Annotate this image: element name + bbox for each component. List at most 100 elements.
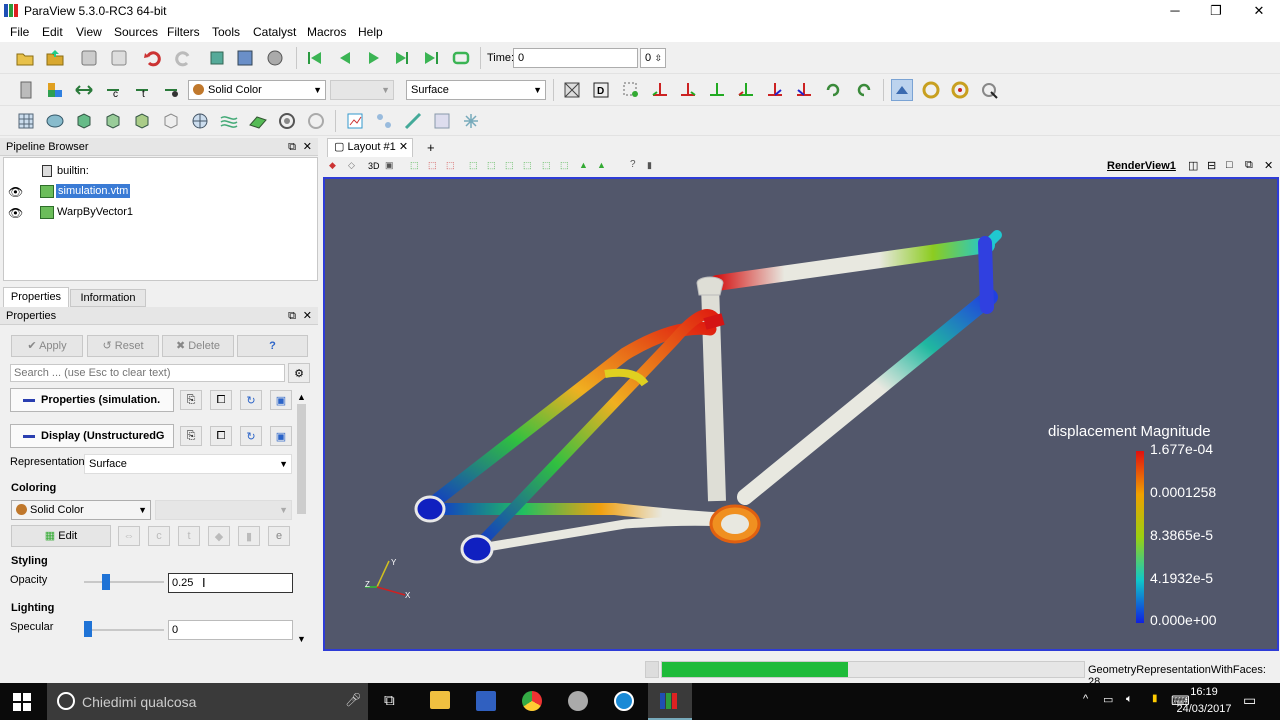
close-button[interactable]: ✕ [1237,0,1280,22]
histogram-icon[interactable] [402,110,424,132]
time-input[interactable]: 0 [513,48,638,68]
menu-file[interactable]: File [10,25,29,39]
scalar-bar-icon[interactable]: ▮ [238,526,260,546]
search-input[interactable] [10,364,285,382]
undo-icon[interactable] [142,47,164,69]
save-defaults-icon[interactable]: ▣ [270,426,292,446]
calculator-filter-icon[interactable] [15,110,37,132]
grow-selection-icon[interactable]: ▲ [579,160,588,170]
rescale-custom-icon[interactable]: c [102,79,124,101]
help-button[interactable]: ? [237,335,308,357]
rotation-center-icon[interactable] [920,79,942,101]
open-folder-icon[interactable] [44,47,66,69]
tab-layout-1[interactable]: ▢ Layout #1 ✕ [327,138,413,157]
rescale-custom-icon[interactable]: c [148,526,170,546]
connect-icon[interactable] [78,47,100,69]
rescale-range-icon[interactable] [73,79,95,101]
axes-grid-icon[interactable] [460,110,482,132]
minimize-button[interactable]: ─ [1153,0,1197,22]
find-data-icon[interactable]: ? [630,159,636,170]
interactive-select-cells-icon[interactable]: ⬚ [505,160,514,171]
view-undo-icon[interactable]: ◇ [348,160,355,171]
probe-location-icon[interactable] [431,110,453,132]
reset-camera-icon[interactable] [561,79,583,101]
menu-help[interactable]: Help [358,25,383,39]
notifications-icon[interactable]: ▭ [1243,692,1256,709]
shrink-selection-icon[interactable]: ▲ [597,160,606,170]
float-panel-icon[interactable]: ⧉ [288,307,296,325]
edit-color-button[interactable]: ▦ Edit [11,525,111,547]
pipeline-item-builtin[interactable]: builtin: [57,165,89,177]
reset-camera-icon[interactable] [206,47,228,69]
interactive-select-points-icon[interactable]: ⬚ [523,160,532,171]
toggle-3d-button[interactable]: 3D [368,161,380,171]
split-vertical-icon[interactable]: ⊟ [1207,159,1216,172]
pinned-app-icon[interactable] [568,691,588,711]
eye-visible-icon[interactable]: 👁 [8,206,23,220]
menu-view[interactable]: View [76,25,102,39]
reset-button[interactable]: ↺ Reset [87,335,159,357]
volume-icon[interactable]: 🔈︎ [1126,693,1133,706]
bike-frame-model[interactable] [325,179,1277,649]
clear-selection-icon[interactable]: ▮ [647,160,652,171]
select-frustum-icon[interactable]: ⬚ [446,160,455,171]
stream-tracer-icon[interactable] [218,110,240,132]
copy-icon[interactable]: ⎘ [180,390,202,410]
coloring-component-select[interactable]: ▼ [155,500,292,520]
network-app-icon[interactable] [476,691,496,711]
rescale-temporal-icon[interactable]: t [178,526,200,546]
display-group-button[interactable]: Display (UnstructuredG [10,424,174,448]
close-tab-icon[interactable]: ✕ [399,141,408,153]
zoom-box-icon[interactable] [620,79,642,101]
task-view-icon[interactable]: ⧉ [384,692,395,709]
previous-frame-icon[interactable] [334,47,356,69]
close-panel-icon[interactable]: ✕ [303,138,312,156]
hover-points-icon[interactable]: ⬚ [560,160,569,171]
tray-app-icon[interactable]: ▮ [1152,693,1158,704]
select-block-icon[interactable]: ⬚ [487,160,496,171]
restore-defaults-icon[interactable]: ↻ [240,390,262,410]
close-panel-icon[interactable]: ✕ [303,307,312,325]
clip-filter-icon[interactable] [73,110,95,132]
properties-group-button[interactable]: Properties (simulation. [10,388,174,412]
power-icon[interactable]: ▭ [1103,693,1113,706]
select-cells-icon[interactable]: ⬚ [410,160,419,171]
representation-combo[interactable]: Surface ▼ [406,80,546,100]
calculator-icon[interactable] [15,79,37,101]
color-presets-icon[interactable]: e [268,526,290,546]
menu-filters[interactable]: Filters [167,25,200,39]
plot-data-icon[interactable] [344,110,366,132]
paste-icon[interactable]: ⧠ [210,426,232,446]
tab-properties[interactable]: Properties [3,287,69,307]
opacity-slider-track[interactable] [84,581,164,583]
warp-by-vector-icon[interactable] [247,110,269,132]
menu-sources[interactable]: Sources [114,25,158,39]
apply-button[interactable]: ✔ Apply [11,335,83,357]
time-index-spinbox[interactable]: 0 ⇳ [640,48,666,68]
loop-icon[interactable] [450,47,472,69]
view-reset-icon[interactable]: ◆ [329,160,336,171]
rescale-visible-icon[interactable] [160,79,182,101]
float-panel-icon[interactable]: ⧉ [288,138,296,156]
threshold-filter-icon[interactable] [131,110,153,132]
file-explorer-icon[interactable] [430,691,450,709]
view-minus-y-icon[interactable] [735,79,757,101]
menu-edit[interactable]: Edit [42,25,63,39]
color-legend-icon[interactable] [44,79,66,101]
pipeline-item-warp[interactable]: WarpByVector1 [57,206,133,218]
plot-over-line-icon[interactable] [373,110,395,132]
view-minus-z-icon[interactable] [793,79,815,101]
cortana-search-box[interactable]: Chiedimi qualcosa 🎤︎ [47,683,368,720]
clock-time[interactable]: 16:19 [1174,686,1234,698]
render-view[interactable]: Y Z X displacement Magnitude 1.677e-04 0… [323,177,1279,651]
restore-view-icon[interactable]: ⧉ [1245,159,1253,172]
rescale-icon[interactable]: ⇔ [118,526,140,546]
select-points-icon[interactable]: ⬚ [428,160,437,171]
slice-filter-icon[interactable] [102,110,124,132]
pipeline-item-simulation[interactable]: simulation.vtm [56,184,131,198]
view-minus-x-icon[interactable] [677,79,699,101]
paraview-taskbar-button[interactable] [648,683,692,720]
scrollbar-thumb[interactable] [297,404,306,514]
glyph-filter-icon[interactable] [189,110,211,132]
coloring-combo[interactable]: Solid Color ▼ [188,80,326,100]
